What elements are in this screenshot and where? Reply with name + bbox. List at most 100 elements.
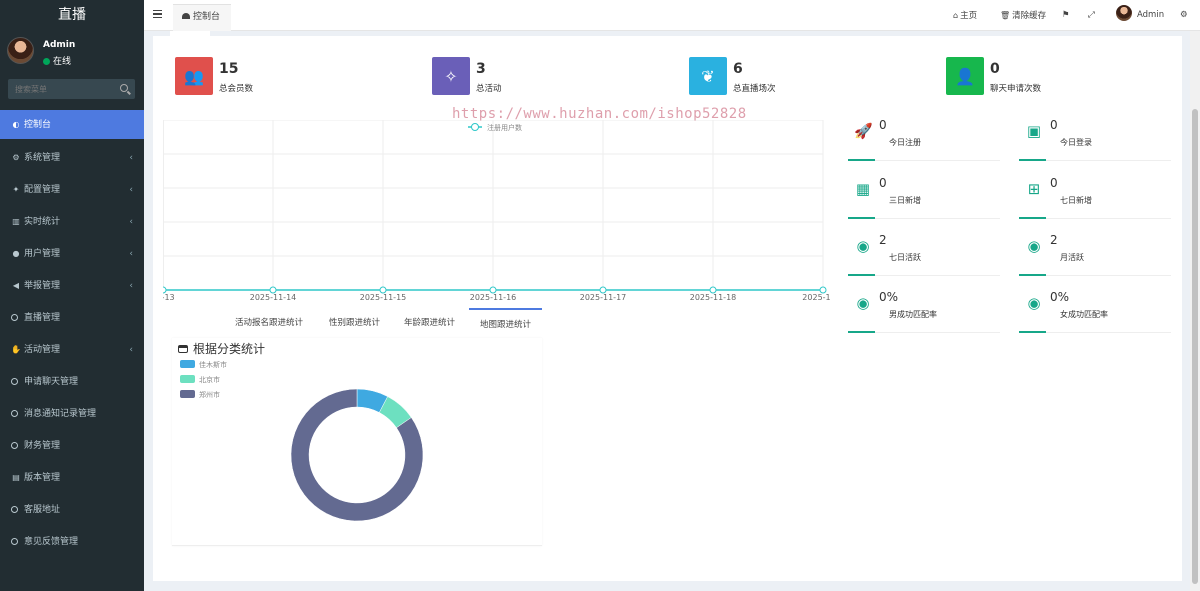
menu-toggle-icon[interactable] — [153, 10, 162, 18]
users-icon: 👥 — [175, 57, 213, 95]
user-circle-icon: ◉ — [856, 294, 870, 312]
nav-clear-cache-label: 清除缓存 — [1012, 11, 1047, 21]
mini-stat-accent-bar — [848, 217, 875, 219]
sidebar-item-7[interactable]: ✋ 活动管理 ‹ — [0, 334, 144, 366]
sidebar-item-9[interactable]: 消息通知记录管理 — [0, 398, 144, 430]
sidebar-item-13[interactable]: 意见反馈管理 — [0, 526, 144, 558]
brand-logo[interactable]: 直播 — [0, 0, 144, 31]
scrollbar[interactable] — [1190, 31, 1200, 591]
menu-search-input[interactable] — [9, 80, 117, 98]
stat-label: 聊天申请次数 — [990, 84, 1042, 94]
mini-stat-accent-bar — [1019, 217, 1046, 219]
mini-stat-value: 2 — [879, 233, 887, 247]
magic-icon: ✦ — [12, 185, 20, 194]
tab-dashboard-label: 控制台 — [193, 12, 221, 22]
tab-dashboard[interactable]: 控制台 — [173, 4, 231, 31]
dashboard-icon: ◐ — [12, 120, 20, 129]
sidebar-item-label: 版本管理 — [24, 473, 61, 483]
mini-stat-value: 0% — [879, 290, 899, 304]
legend-label: 郑州市 — [199, 391, 220, 399]
legend-item[interactable]: 北京市 — [180, 375, 227, 390]
sidebar-item-2[interactable]: ✦ 配置管理 ‹ — [0, 174, 144, 206]
x-tick-label: 11-13 — [163, 293, 175, 302]
sidebar-item-label: 控制台 — [24, 120, 52, 130]
bar-chart-icon: ▥ — [12, 217, 20, 226]
registration-line-chart: 11-13 2025-11-14 2025-11-15 2025-11-16 2025-… — [163, 120, 831, 302]
nav-admin[interactable]: Admin — [1116, 0, 1164, 31]
cogs-icon: ⚙ — [12, 153, 20, 162]
stat-value: 6 — [733, 61, 743, 77]
mini-stat-value: 0 — [879, 118, 887, 132]
nav-admin-label: Admin — [1137, 10, 1165, 20]
calendar-icon: ▦ — [855, 180, 871, 198]
legend-item[interactable]: 佳木斯市 — [180, 360, 227, 375]
stat-label: 总活动 — [476, 84, 502, 94]
legend-marker[interactable] — [471, 123, 479, 131]
mini-stat-1: ▣ 0 今日登录 — [1019, 116, 1171, 161]
legend-label: 北京市 — [199, 376, 220, 384]
tab-age[interactable]: 年龄跟进统计 — [404, 308, 455, 338]
tab-gender[interactable]: 性别跟进统计 — [329, 308, 380, 338]
mini-stat-accent-bar — [1019, 274, 1046, 276]
chevron-left-icon: ‹ — [129, 217, 133, 227]
rocket-icon: 🚀 — [854, 122, 873, 140]
legend-item[interactable]: 郑州市 — [180, 390, 227, 405]
sidebar-item-6[interactable]: 直播管理 — [0, 302, 144, 334]
mini-stat-value: 2 — [1050, 233, 1058, 247]
top-header: 控制台 ⌂ 主页 🗑 清除缓存 ⚑ ⤢ Admin ⚙ — [144, 0, 1200, 31]
scrollbar-thumb[interactable] — [1192, 109, 1198, 584]
mini-stat-label: 男成功匹配率 — [889, 310, 937, 319]
sidebar-item-5[interactable]: ◀ 举报管理 ‹ — [0, 270, 144, 302]
stat-label: 总会员数 — [219, 84, 254, 94]
mini-stat-2: ▦ 0 三日新增 — [848, 174, 1000, 219]
sidebar-item-label: 消息通知记录管理 — [24, 409, 97, 419]
content-tab-notch — [170, 31, 210, 36]
sidebar-item-0[interactable]: ◐ 控制台 — [0, 110, 144, 139]
sidebar-item-label: 直播管理 — [24, 313, 61, 323]
chevron-left-icon: ‹ — [129, 249, 133, 259]
user-status: 在线 — [43, 54, 71, 67]
nav-clear-cache[interactable]: 🗑 清除缓存 — [1000, 0, 1046, 31]
circle-icon — [11, 538, 18, 545]
trash-icon: 🗑 — [1000, 11, 1011, 20]
x-tick-label: 2025-11-15 — [360, 293, 407, 302]
sidebar-item-10[interactable]: 财务管理 — [0, 430, 144, 462]
sidebar-item-1[interactable]: ⚙ 系统管理 ‹ — [0, 142, 144, 174]
category-pie-panel: 根据分类统计 佳木斯市 北京市郑州市 — [172, 338, 542, 546]
sidebar-item-3[interactable]: ▥ 实时统计 ‹ — [0, 206, 144, 238]
user-circle-icon: ● — [12, 249, 20, 258]
hand-icon: ✋ — [11, 345, 21, 354]
mini-stat-7: ◉ 0% 女成功匹配率 — [1019, 288, 1171, 333]
sidebar-item-label: 实时统计 — [24, 217, 61, 227]
fullscreen-icon[interactable]: ⤢ — [1088, 0, 1095, 31]
mini-stat-4: ◉ 2 七日活跃 — [848, 231, 1000, 276]
mini-stat-value: 0 — [1050, 176, 1058, 190]
sidebar-item-8[interactable]: 申请聊天管理 — [0, 366, 144, 398]
sidebar-item-label: 活动管理 — [24, 345, 61, 355]
sidebar-item-4[interactable]: ● 用户管理 ‹ — [0, 238, 144, 270]
language-icon[interactable]: ⚑ — [1062, 0, 1070, 31]
user-icon: 👤 — [946, 57, 984, 95]
pie-title: 根据分类统计 — [178, 340, 265, 357]
circle-icon — [11, 442, 18, 449]
stat-value: 0 — [990, 61, 1000, 77]
file-icon: ▤ — [12, 473, 20, 482]
sidebar-item-12[interactable]: 客服地址 — [0, 494, 144, 526]
user-name: Admin — [43, 40, 76, 50]
mini-stat-accent-bar — [848, 274, 875, 276]
nav-home[interactable]: ⌂ 主页 — [953, 0, 977, 31]
header-avatar — [1116, 5, 1132, 21]
tab-map[interactable]: 地图跟进统计 — [469, 308, 542, 338]
legend-label[interactable]: 注册用户数 — [487, 123, 522, 132]
sidebar-item-11[interactable]: ▤ 版本管理 — [0, 462, 144, 494]
x-tick-label: 2025-11-16 — [470, 293, 517, 302]
user-panel: Admin 在线 — [0, 31, 144, 71]
bullhorn-icon: ◀ — [12, 281, 20, 290]
sidebar-item-label: 配置管理 — [24, 185, 61, 195]
tab-activity-signup[interactable]: 活动报名跟进统计 — [235, 308, 303, 338]
search-icon[interactable] — [120, 84, 128, 92]
settings-gear-icon[interactable]: ⚙ — [1180, 0, 1188, 31]
avatar — [7, 37, 34, 64]
user-circle-icon: ◉ — [1027, 294, 1041, 312]
inbox-icon — [178, 345, 188, 353]
